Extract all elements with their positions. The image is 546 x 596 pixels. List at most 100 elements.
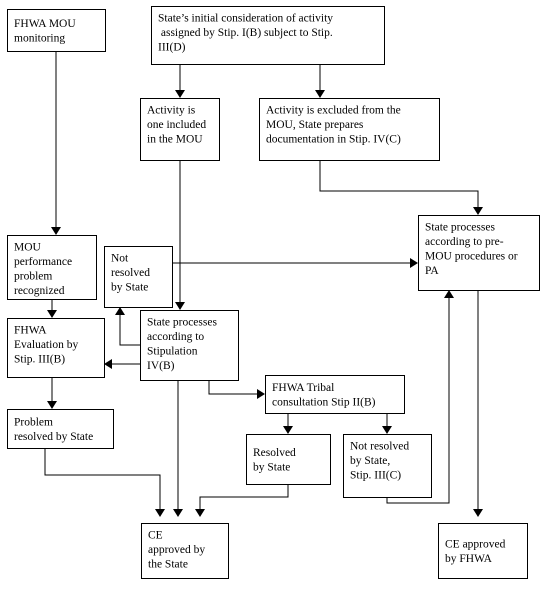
state-processes-pre-mou-box-line-2: MOU procedures or bbox=[425, 251, 518, 263]
ce-approved-by-the-state-box-line-1: approved by bbox=[148, 544, 205, 556]
fhwa-mou-monitoring-box-outline bbox=[7, 9, 106, 52]
activity-excluded-from-mou-box-line-0: Activity is excluded from the bbox=[266, 105, 401, 117]
edge-initial-to-activity-included bbox=[175, 64, 185, 98]
edge-stip-ivb-to-tribal bbox=[208, 380, 265, 399]
problem-resolved-by-state-box-line-0: Problem bbox=[14, 417, 53, 429]
resolved-by-state-box-line-1: by State bbox=[253, 462, 290, 474]
edge-initial-to-activity-excluded-arrowhead-icon bbox=[315, 90, 325, 98]
mou-performance-problem-box-line-0: MOU bbox=[14, 242, 42, 254]
not-resolved-by-state-box: Not resolved by State bbox=[104, 246, 173, 308]
fhwa-evaluation-box: FHWA Evaluation by Stip. III(B) bbox=[7, 318, 105, 378]
edge-stip-ivb-to-not-resolved-line bbox=[119, 313, 140, 346]
mou-performance-problem-box: MOU performance problem recognized bbox=[7, 235, 97, 300]
state-processes-stipulation-ivb-box-line-3: IV(B) bbox=[147, 360, 175, 372]
resolved-by-state-box-outline bbox=[246, 434, 331, 485]
activity-included-in-mou-box-line-1: one included bbox=[147, 119, 206, 131]
activity-excluded-from-mou-box-line-2: documentation in Stip. IV(C) bbox=[266, 134, 401, 146]
mou-performance-problem-box-line-3: recognized bbox=[14, 285, 65, 297]
state-initial-consideration-box-line-0: State’s initial consideration of activit… bbox=[158, 13, 333, 25]
state-initial-consideration-box-line-2: III(D) bbox=[158, 42, 186, 54]
problem-resolved-by-state-box-line-1: resolved by State bbox=[14, 431, 93, 443]
activity-included-in-mou-box-line-0: Activity is bbox=[147, 105, 196, 117]
edge-stip-ivb-to-not-resolved bbox=[115, 307, 140, 346]
edge-activity-included-to-stip-ivb-arrowhead-icon bbox=[175, 302, 185, 310]
edge-fhwa-eval-to-problem-resolved-arrowhead-icon bbox=[47, 401, 57, 409]
activity-included-in-mou-box-line-2: in the MOU bbox=[147, 134, 203, 146]
edge-activity-included-to-stip-ivb bbox=[175, 160, 185, 310]
edge-monitoring-to-mou-problem bbox=[51, 51, 61, 235]
ce-approved-by-the-state-box-line-0: CE bbox=[148, 530, 163, 542]
flowchart-diagram: FHWA MOU monitoring State’s initial consid… bbox=[0, 0, 546, 596]
fhwa-mou-monitoring-box-line-0: FHWA MOU bbox=[14, 18, 76, 30]
resolved-by-state-box-line-0: Resolved bbox=[253, 447, 296, 459]
edge-activity-excluded-to-pre-mou-line bbox=[319, 160, 479, 209]
fhwa-evaluation-box-line-2: Stip. III(B) bbox=[14, 354, 65, 366]
edge-stip-ivb-to-ce-state bbox=[173, 380, 183, 517]
not-resolved-by-state-stip-iiic-box: Not resolved by State, Stip. III(C) bbox=[343, 434, 432, 498]
edge-stip-ivb-to-tribal-arrowhead-icon bbox=[257, 389, 265, 399]
edge-not-resolved-to-pre-mou-arrowhead-icon bbox=[410, 258, 418, 268]
fhwa-tribal-consultation-box-line-1: consultation Stip II(B) bbox=[272, 397, 376, 409]
resolved-by-state-box: Resolved by State bbox=[246, 434, 331, 485]
edge-mou-problem-to-fhwa-eval bbox=[47, 299, 57, 318]
edge-tribal-to-resolved-arrowhead-icon bbox=[283, 426, 293, 434]
edge-tribal-to-not-resolved-iiic bbox=[382, 413, 392, 434]
not-resolved-by-state-box-line-2: by State bbox=[111, 282, 148, 294]
not-resolved-by-state-box-line-1: resolved bbox=[111, 267, 150, 279]
edge-stip-ivb-to-not-resolved-arrowhead-icon bbox=[115, 307, 125, 315]
activity-included-in-mou-box: Activity is one included in the MOU bbox=[140, 98, 220, 161]
edge-problem-resolved-to-ce-state bbox=[44, 448, 165, 517]
activity-excluded-from-mou-box-line-1: MOU, State prepares bbox=[266, 119, 364, 131]
state-processes-pre-mou-box-line-1: according to pre- bbox=[425, 236, 504, 248]
not-resolved-by-state-stip-iiic-box-line-1: by State, bbox=[350, 455, 390, 467]
edge-initial-to-activity-included-arrowhead-icon bbox=[175, 90, 185, 98]
edge-activity-excluded-to-pre-mou bbox=[319, 160, 483, 215]
problem-resolved-by-state-box: Problem resolved by State bbox=[7, 409, 114, 449]
fhwa-evaluation-box-line-1: Evaluation by bbox=[14, 339, 78, 351]
state-processes-pre-mou-box-line-0: State processes bbox=[425, 222, 495, 234]
ce-approved-by-fhwa-box-line-1: by FHWA bbox=[445, 553, 493, 565]
edge-problem-resolved-to-ce-state-arrowhead-icon bbox=[155, 509, 165, 517]
state-processes-stipulation-ivb-box: State processes according to Stipulation IV… bbox=[140, 310, 239, 381]
edge-problem-resolved-to-ce-state-line bbox=[44, 448, 161, 511]
edge-activity-excluded-to-pre-mou-arrowhead-icon bbox=[473, 207, 483, 215]
edge-stip-ivb-to-tribal-line bbox=[208, 380, 259, 395]
fhwa-tribal-consultation-box: FHWA Tribal consultation Stip II(B) bbox=[265, 375, 405, 414]
fhwa-mou-monitoring-box: FHWA MOU monitoring bbox=[7, 9, 106, 52]
edge-fhwa-eval-to-problem-resolved bbox=[47, 377, 57, 409]
state-processes-stipulation-ivb-box-line-1: according to bbox=[147, 331, 204, 343]
ce-approved-by-fhwa-box-outline bbox=[438, 523, 528, 579]
edge-stip-ivb-to-ce-state-arrowhead-icon bbox=[173, 509, 183, 517]
state-processes-stipulation-ivb-box-line-0: State processes bbox=[147, 317, 217, 329]
fhwa-evaluation-box-line-0: FHWA bbox=[14, 325, 47, 337]
flowchart-canvas: FHWA MOU monitoring State’s initial consid… bbox=[7, 6, 540, 579]
edge-stip-ivb-to-fhwa-eval-arrowhead-icon bbox=[104, 359, 112, 369]
state-processes-pre-mou-box: State processes according to pre- MOU proc… bbox=[418, 215, 540, 291]
state-processes-pre-mou-box-line-3: PA bbox=[425, 265, 439, 277]
edge-not-resolved-to-pre-mou bbox=[172, 258, 418, 268]
fhwa-tribal-consultation-box-line-0: FHWA Tribal bbox=[272, 382, 334, 394]
not-resolved-by-state-stip-iiic-box-line-2: Stip. III(C) bbox=[350, 470, 401, 482]
nodes-layer: FHWA MOU monitoring State’s initial consid… bbox=[7, 6, 540, 579]
fhwa-mou-monitoring-box-line-1: monitoring bbox=[14, 33, 65, 45]
state-initial-consideration-box: State’s initial consideration of activit… bbox=[151, 6, 385, 65]
edge-resolved-to-ce-state-arrowhead-icon bbox=[195, 509, 205, 517]
edge-stip-ivb-to-fhwa-eval bbox=[104, 359, 140, 369]
edge-pre-mou-to-ce-fhwa bbox=[473, 290, 483, 517]
edge-initial-to-activity-excluded bbox=[315, 64, 325, 98]
edge-pre-mou-to-ce-fhwa-arrowhead-icon bbox=[473, 509, 483, 517]
activity-excluded-from-mou-box: Activity is excluded from the MOU, State … bbox=[259, 98, 440, 161]
not-resolved-by-state-box-line-0: Not bbox=[111, 253, 129, 265]
ce-approved-by-fhwa-box-line-0: CE approved bbox=[445, 539, 506, 551]
edge-mou-problem-to-fhwa-eval-arrowhead-icon bbox=[47, 310, 57, 318]
edge-tribal-to-not-resolved-iiic-arrowhead-icon bbox=[382, 426, 392, 434]
state-processes-stipulation-ivb-box-line-2: Stipulation bbox=[147, 346, 198, 358]
edge-monitoring-to-mou-problem-arrowhead-icon bbox=[51, 227, 61, 235]
ce-approved-by-the-state-box: CE approved by the State bbox=[141, 523, 229, 579]
mou-performance-problem-box-line-2: problem bbox=[14, 271, 52, 283]
not-resolved-by-state-stip-iiic-box-line-0: Not resolved bbox=[350, 441, 409, 453]
edge-not-resolved-iiic-to-pre-mou-arrowhead-icon bbox=[444, 290, 454, 298]
edge-resolved-to-ce-state-line bbox=[199, 484, 289, 511]
mou-performance-problem-box-line-1: performance bbox=[14, 256, 72, 268]
ce-approved-by-fhwa-box: CE approved by FHWA bbox=[438, 523, 528, 579]
